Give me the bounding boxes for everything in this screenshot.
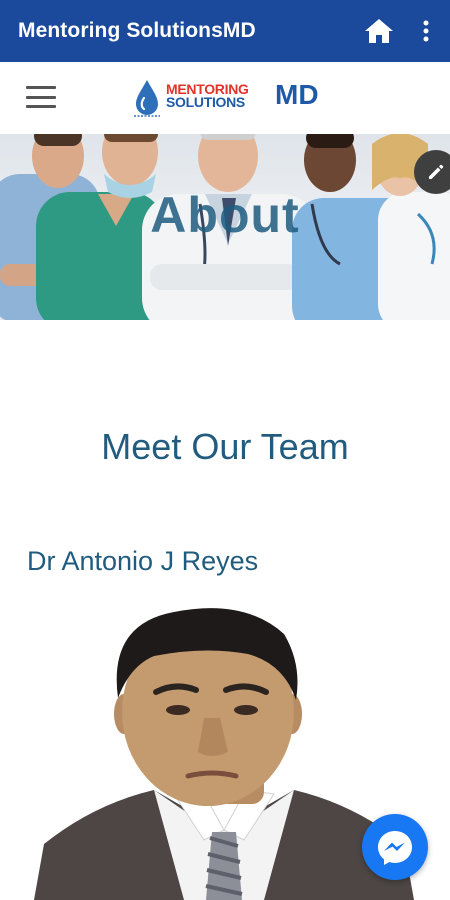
more-options-button[interactable] <box>412 14 440 48</box>
hamburger-menu-icon[interactable] <box>26 84 56 110</box>
messenger-chat-button[interactable] <box>362 814 428 880</box>
team-member-photo <box>34 594 414 900</box>
hero-title: About <box>150 187 300 243</box>
water-drop-icon <box>134 80 160 117</box>
more-vertical-icon <box>423 20 429 42</box>
home-button[interactable] <box>362 14 396 48</box>
team-member-name: Dr Antonio J Reyes <box>27 546 259 576</box>
edit-button[interactable] <box>414 150 450 194</box>
logo-suffix-md: MD <box>275 79 319 110</box>
app-bar: Mentoring SolutionsMD <box>0 0 450 62</box>
home-icon <box>365 19 393 43</box>
team-heading: Meet Our Team <box>101 426 349 467</box>
site-logo[interactable]: MENTORING SOLUTIONS MD <box>132 76 322 120</box>
logo-word-solutions: SOLUTIONS <box>166 94 245 110</box>
app-title: Mentoring SolutionsMD <box>18 19 256 42</box>
site-header: MENTORING SOLUTIONS MD <box>0 62 450 134</box>
messenger-icon <box>378 831 412 865</box>
hero-banner: About <box>0 134 450 320</box>
pencil-icon <box>429 164 444 179</box>
